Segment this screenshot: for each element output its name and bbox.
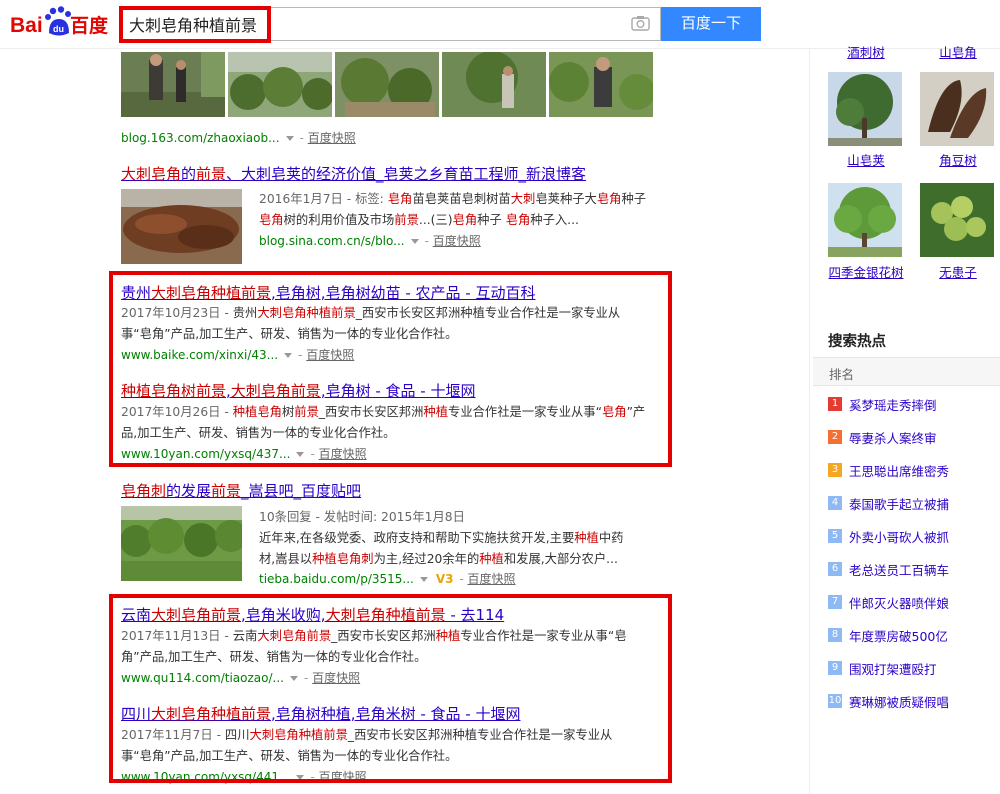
result-title-link[interactable]: 皂角刺的发展前景_嵩县吧_百度贴吧: [121, 480, 361, 501]
hot-search-link[interactable]: 围观打架遭殴打: [849, 659, 937, 678]
result-snippet: 2017年11月13日 - 云南大刺皂角前景_西安市长安区邦洲种植专业合作社是一…: [121, 629, 627, 664]
related-plant-image[interactable]: [828, 72, 902, 146]
related-plant-image[interactable]: [920, 72, 994, 146]
related-plant-caption[interactable]: 山皂荚: [826, 151, 906, 171]
rank-badge: 2: [828, 430, 842, 444]
snapshot-link[interactable]: 百度快照: [433, 234, 481, 248]
result-snippet: 2017年11月7日 - 四川大刺皂角种植前景_西安市长安区邦洲种植专业合作社是…: [121, 728, 613, 763]
rank-badge: 9: [828, 661, 842, 675]
result-title-link[interactable]: 四川大刺皂角种植前景,皂角树种植,皂角米树 - 食品 - 十堰网: [121, 703, 520, 724]
result-snippet: 2016年1月7日 - 标签: 皂角苗皂荚苗皂刺树苗大刺皂荚种子大皂角种子 皂角树…: [259, 192, 647, 227]
snapshot-link[interactable]: 百度快照: [308, 131, 356, 145]
result-snippet: 10条回复 - 发帖时间: 2015年1月8日 近年来,在各级党委、政府支持和帮助…: [259, 510, 624, 566]
dropdown-arrow-icon[interactable]: [296, 451, 305, 457]
result-url[interactable]: blog.163.com/zhaoxiaob... - 百度快照: [121, 129, 356, 146]
right-column-divider: [809, 49, 810, 794]
result-url[interactable]: www.10yan.com/yxsq/441... - 百度快照: [121, 768, 367, 785]
hot-search-link[interactable]: 外卖小哥砍人被抓: [849, 527, 949, 546]
hot-search-link[interactable]: 年度票房破500亿: [849, 626, 948, 645]
hot-search-link[interactable]: 老总送员工百辆车: [849, 560, 949, 579]
baidu-logo[interactable]: Bai du 百度: [9, 5, 113, 41]
rank-badge: 1: [828, 397, 842, 411]
rank-badge: 10: [828, 694, 842, 708]
snapshot-link[interactable]: 百度快照: [306, 348, 354, 362]
snapshot-link[interactable]: 百度快照: [312, 671, 360, 685]
snapshot-link[interactable]: 百度快照: [319, 447, 367, 461]
result-title-link[interactable]: 种植皂角树前景,大刺皂角前景,皂角树 - 食品 - 十堰网: [121, 380, 475, 401]
result-url[interactable]: www.baike.com/xinxi/43... - 百度快照: [121, 346, 354, 363]
hot-search-item[interactable]: 4 泰国歌手起立被捕: [828, 494, 949, 512]
hot-search-item[interactable]: 6 老总送员工百辆车: [828, 560, 949, 578]
query-highlight-box: [119, 6, 271, 43]
hot-search-item[interactable]: 1 奚梦瑶走秀摔倒: [828, 395, 937, 413]
related-plant-caption[interactable]: 角豆树: [918, 151, 998, 171]
hot-search-link[interactable]: 泰国歌手起立被捕: [849, 494, 949, 513]
result-image[interactable]: [228, 52, 332, 117]
hot-search-item[interactable]: 7 伴郎灭火器喷伴娘: [828, 593, 949, 611]
related-plant-caption[interactable]: 酒刺树: [826, 43, 906, 63]
dropdown-arrow-icon[interactable]: [410, 238, 419, 244]
hot-search-item[interactable]: 5 外卖小哥砍人被抓: [828, 527, 949, 545]
hot-search-item[interactable]: 3 王思聪出席维密秀: [828, 461, 949, 479]
related-plant-caption[interactable]: 无患子: [918, 263, 998, 283]
image-strip[interactable]: [121, 52, 653, 117]
result-url[interactable]: www.10yan.com/yxsq/437... - 百度快照: [121, 445, 367, 462]
paw-icon: du: [45, 6, 71, 36]
related-plant-caption[interactable]: 山皂角: [918, 43, 998, 63]
result-image[interactable]: [335, 52, 439, 117]
result-url[interactable]: tieba.baidu.com/p/3515... V3 - 百度快照: [259, 570, 516, 587]
result-title-link[interactable]: 云南大刺皂角前景,皂角米收购,大刺皂角种植前景 - 去114: [121, 604, 504, 625]
related-plant-image[interactable]: [828, 183, 902, 257]
hot-search-link[interactable]: 辱妻杀人案终审: [849, 428, 937, 447]
rank-badge: 7: [828, 595, 842, 609]
result-url[interactable]: blog.sina.com.cn/s/blo... - 百度快照: [259, 232, 481, 249]
hot-search-item[interactable]: 9 围观打架遭殴打: [828, 659, 937, 677]
rank-badge: 5: [828, 529, 842, 543]
hot-search-link[interactable]: 王思聪出席维密秀: [849, 461, 949, 480]
rank-badge: 6: [828, 562, 842, 576]
svg-text:du: du: [53, 24, 64, 34]
svg-text:百度: 百度: [70, 14, 109, 37]
hot-search-link[interactable]: 赛琳娜被质疑假唱: [849, 692, 949, 711]
hot-search-link[interactable]: 奚梦瑶走秀摔倒: [849, 395, 937, 414]
result-image[interactable]: [121, 52, 225, 117]
camera-icon[interactable]: [631, 15, 650, 31]
search-button[interactable]: 百度一下: [661, 7, 761, 41]
related-plant-image[interactable]: [920, 183, 994, 257]
result-snippet: 2017年10月26日 - 种植皂角树前景_西安市长安区邦洲种植专业合作社是一家…: [121, 405, 646, 440]
hot-search-header: 排名: [813, 357, 1000, 386]
hot-search-item[interactable]: 8 年度票房破500亿: [828, 626, 948, 644]
result-title-link[interactable]: 大刺皂角的前景、大刺皂荚的经济价值_皂荚之乡育苗工程师_新浪博客: [121, 163, 586, 184]
result-url[interactable]: www.qu114.com/tiaozao/... - 百度快照: [121, 669, 360, 686]
hot-search-title: 搜索热点: [828, 334, 886, 350]
dropdown-arrow-icon[interactable]: [419, 576, 428, 582]
hot-search-item[interactable]: 10 赛琳娜被质疑假唱: [828, 692, 949, 710]
dropdown-arrow-icon[interactable]: [296, 774, 305, 780]
snapshot-link[interactable]: 百度快照: [467, 572, 515, 586]
result-image[interactable]: [442, 52, 546, 117]
snapshot-link[interactable]: 百度快照: [319, 770, 367, 784]
v3-badge-icon[interactable]: V3: [436, 572, 454, 586]
svg-text:Bai: Bai: [10, 14, 43, 37]
dropdown-arrow-icon[interactable]: [289, 675, 298, 681]
result-image[interactable]: [121, 506, 242, 581]
hot-search-item[interactable]: 2 辱妻杀人案终审: [828, 428, 937, 446]
rank-badge: 4: [828, 496, 842, 510]
result-snippet: 2017年10月23日 - 贵州大刺皂角种植前景_西安市长安区邦洲种植专业合作社…: [121, 306, 621, 341]
result-title-link[interactable]: 贵州大刺皂角种植前景,皂角树,皂角树幼苗 - 农产品 - 互动百科: [121, 282, 535, 303]
result-image[interactable]: [549, 52, 653, 117]
hot-search-link[interactable]: 伴郎灭火器喷伴娘: [849, 593, 949, 612]
rank-badge: 8: [828, 628, 842, 642]
result-image[interactable]: [121, 189, 242, 264]
dropdown-arrow-icon[interactable]: [284, 352, 293, 358]
rank-badge: 3: [828, 463, 842, 477]
related-plant-caption[interactable]: 四季金银花树: [826, 263, 906, 283]
dropdown-arrow-icon[interactable]: [285, 135, 294, 141]
